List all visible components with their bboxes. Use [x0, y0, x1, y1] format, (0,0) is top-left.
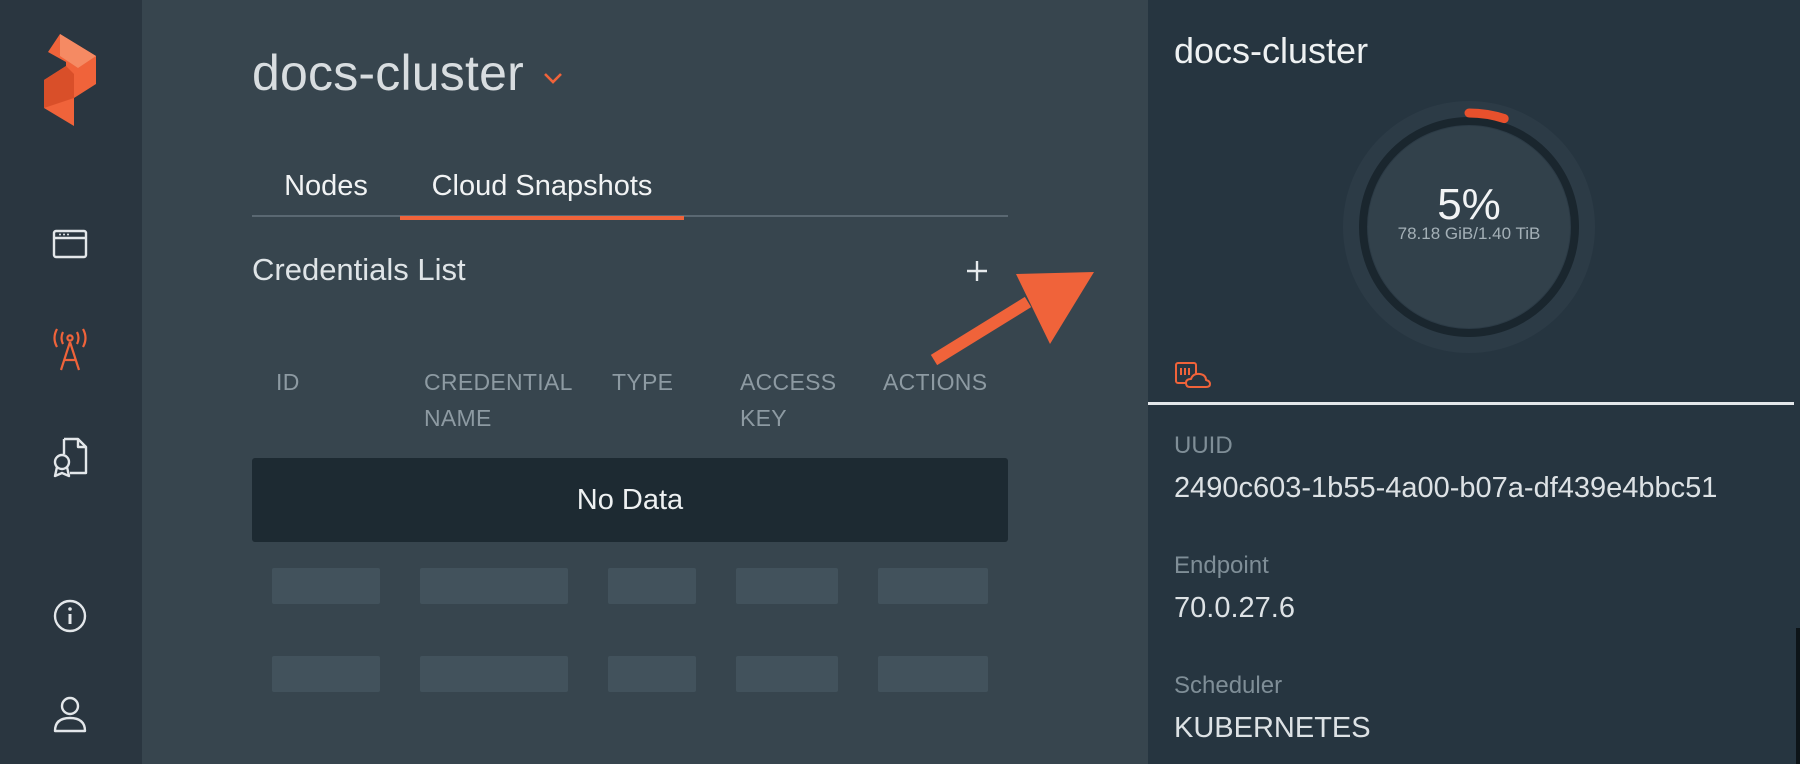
cloud-storage-icon[interactable] [1174, 360, 1212, 390]
main-content: docs-cluster Nodes Cloud Snapshots Crede… [142, 0, 1148, 764]
empty-state-message: No Data [252, 458, 1008, 542]
endpoint-label: Endpoint [1174, 552, 1269, 579]
placeholder-cell [608, 568, 696, 604]
cluster-name: docs-cluster [252, 45, 524, 101]
dashboard-window-icon[interactable] [44, 218, 96, 270]
sidebar [0, 0, 142, 764]
antenna-tower-icon[interactable] [44, 324, 96, 376]
placeholder-cell [420, 656, 568, 692]
placeholder-cell [736, 656, 838, 692]
placeholder-row [142, 656, 1148, 692]
placeholder-cell [878, 656, 988, 692]
endpoint-value: 70.0.27.6 [1174, 592, 1295, 624]
usage-percent: 5% [1437, 180, 1501, 229]
chevron-down-icon[interactable] [542, 71, 564, 85]
user-icon[interactable] [44, 688, 96, 740]
scheduler-label: Scheduler [1174, 672, 1283, 699]
annotation-arrow [930, 272, 1094, 366]
usage-detail: 78.18 GiB/1.40 TiB [1397, 224, 1541, 243]
certificate-document-icon[interactable] [44, 430, 96, 482]
placeholder-cell [736, 568, 838, 604]
panel-scrollbar[interactable] [1796, 628, 1800, 764]
tab-nodes[interactable]: Nodes [252, 155, 400, 217]
column-header-type[interactable]: TYPE [612, 364, 673, 400]
portworx-logo[interactable] [44, 34, 96, 126]
placeholder-cell [272, 568, 380, 604]
placeholder-cell [878, 568, 988, 604]
column-header-access-key[interactable]: ACCESS KEY [740, 364, 836, 436]
cluster-selector[interactable]: docs-cluster [252, 44, 564, 102]
credentials-list-title: Credentials List [252, 252, 466, 287]
tab-bar: Nodes Cloud Snapshots [252, 155, 1008, 220]
column-header-id[interactable]: ID [276, 364, 300, 400]
storage-usage-gauge: 5% 78.18 GiB/1.40 TiB [1342, 100, 1596, 354]
placeholder-cell [608, 656, 696, 692]
tab-cloud-snapshots[interactable]: Cloud Snapshots [400, 155, 684, 220]
column-header-credential-name[interactable]: CREDENTIAL NAME [424, 364, 573, 436]
cluster-details-panel: docs-cluster 5% 78.18 GiB/1.40 TiB UUID … [1148, 0, 1800, 764]
placeholder-cell [272, 656, 380, 692]
placeholder-cell [420, 568, 568, 604]
column-header-actions[interactable]: ACTIONS [883, 364, 987, 400]
panel-divider [1148, 402, 1794, 405]
uuid-label: UUID [1174, 432, 1233, 459]
scheduler-value: KUBERNETES [1174, 712, 1371, 744]
panel-cluster-name: docs-cluster [1174, 30, 1369, 71]
placeholder-row [142, 568, 1148, 604]
info-icon[interactable] [44, 590, 96, 642]
uuid-value: 2490c603-1b55-4a00-b07a-df439e4bbc51 [1174, 472, 1718, 504]
